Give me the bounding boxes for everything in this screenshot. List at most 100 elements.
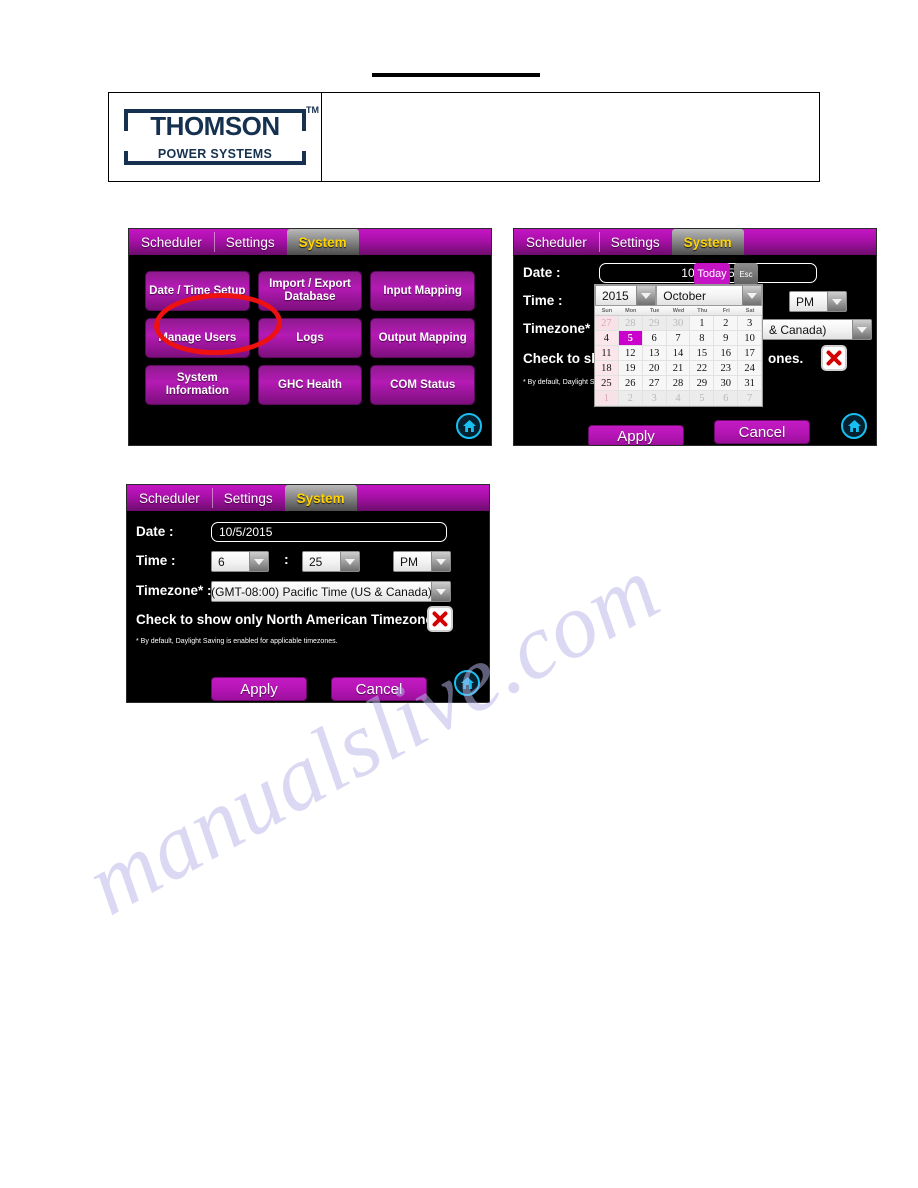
tab-system[interactable]: System <box>286 229 359 255</box>
calendar-day[interactable]: 27 <box>595 316 619 331</box>
menu-button-com-status[interactable]: COM Status <box>370 365 475 405</box>
home-icon[interactable] <box>454 670 480 696</box>
calendar-day[interactable]: 29 <box>690 376 715 391</box>
calendar-day[interactable]: 7 <box>666 331 691 346</box>
weekday-sat: Sat <box>745 308 755 314</box>
panel-body: Date : 10/5/2015 Time : 6 : 25 PM Timezo… <box>127 511 489 702</box>
calendar-day[interactable]: 30 <box>714 376 739 391</box>
calendar-day[interactable]: 10 <box>738 331 762 346</box>
tab-system[interactable]: System <box>284 485 357 511</box>
cancel-button[interactable]: Cancel <box>331 677 427 701</box>
calendar-day[interactable]: 14 <box>666 346 691 361</box>
calendar-day[interactable]: 2 <box>618 391 643 406</box>
calendar-year-value: 2015 <box>596 286 637 305</box>
calendar-year-select[interactable]: 2015 <box>595 285 657 306</box>
meridiem-select[interactable]: PM <box>393 551 451 572</box>
menu-button-logs[interactable]: Logs <box>257 318 363 358</box>
calendar-day[interactable]: 25 <box>595 376 619 391</box>
calendar-day[interactable]: 19 <box>618 361 643 376</box>
calendar-day[interactable]: 13 <box>642 346 667 361</box>
calendar-day[interactable]: 15 <box>690 346 715 361</box>
minute-select[interactable]: 25 <box>302 551 360 572</box>
calendar-day[interactable]: 6 <box>714 391 739 406</box>
home-icon[interactable] <box>841 413 867 439</box>
calendar-day[interactable]: 23 <box>714 361 739 376</box>
calendar-day[interactable]: 28 <box>666 376 691 391</box>
calendar-day[interactable]: 5 <box>618 331 643 346</box>
calendar-day[interactable]: 4 <box>595 331 619 346</box>
timezone-select[interactable]: (GMT-08:00) Pacific Time (US & Canada) <box>211 581 451 602</box>
calendar-day[interactable]: 17 <box>738 346 762 361</box>
meridiem-value: PM <box>790 292 827 311</box>
calendar-day[interactable]: 3 <box>738 316 762 331</box>
calendar-day[interactable]: 1 <box>595 391 619 406</box>
today-button[interactable]: Today <box>694 263 730 285</box>
meridiem-select[interactable]: PM <box>789 291 847 312</box>
tab-settings[interactable]: Settings <box>213 229 287 255</box>
calendar-day[interactable]: 16 <box>714 346 739 361</box>
weekday-fri: Fri <box>722 308 730 314</box>
calendar-day[interactable]: 12 <box>618 346 643 361</box>
calendar-month-select[interactable]: October <box>656 285 762 306</box>
red-x-icon <box>432 611 448 627</box>
menu-button-input-mapping[interactable]: Input Mapping <box>370 271 475 311</box>
calendar-day[interactable]: 20 <box>642 361 667 376</box>
calendar-day[interactable]: 27 <box>642 376 667 391</box>
calendar-day[interactable]: 24 <box>738 361 762 376</box>
tab-settings[interactable]: Settings <box>211 485 285 511</box>
timezone-row: Timezone* : <box>523 321 599 336</box>
menu-button-system-information[interactable]: System Information <box>145 365 250 405</box>
date-label: Date : <box>136 524 174 539</box>
menu-button-manage-users[interactable]: Manage Users <box>145 318 250 358</box>
weekday-sun: Sun <box>601 308 613 314</box>
logo-tagline: POWER SYSTEMS <box>157 147 273 161</box>
menu-button-date-time-setup[interactable]: Date / Time Setup <box>145 271 250 311</box>
tab-scheduler[interactable]: Scheduler <box>129 229 214 255</box>
calendar-day[interactable]: 7 <box>738 391 762 406</box>
chevron-down-icon <box>340 552 359 571</box>
chevron-down-icon <box>249 552 268 571</box>
tabbar: Scheduler Settings System <box>129 229 491 255</box>
calendar-day[interactable]: 4 <box>666 391 691 406</box>
calendar-day[interactable]: 22 <box>690 361 715 376</box>
home-icon[interactable] <box>456 413 482 439</box>
calendar-day[interactable]: 21 <box>666 361 691 376</box>
timezone-select[interactable]: & Canada) <box>762 319 872 340</box>
calendar-day[interactable]: 3 <box>642 391 667 406</box>
menu-button-ghc-health[interactable]: GHC Health <box>257 365 363 405</box>
calendar-day[interactable]: 11 <box>595 346 619 361</box>
apply-button[interactable]: Apply <box>588 425 684 445</box>
calendar-day[interactable]: 29 <box>642 316 667 331</box>
calendar-day[interactable]: 18 <box>595 361 619 376</box>
menu-button-import-export-db[interactable]: Import / Export Database <box>257 271 363 311</box>
calendar-day[interactable]: 8 <box>690 331 715 346</box>
calendar-day[interactable]: 2 <box>714 316 739 331</box>
daylight-saving-footnote: * By default, Daylight Savi <box>523 379 604 386</box>
cancel-button[interactable]: Cancel <box>714 420 810 444</box>
daylight-saving-footnote: * By default, Daylight Saving is enabled… <box>136 638 338 645</box>
timezone-filter-label: Check to show only North American Timezo… <box>136 612 445 627</box>
chevron-down-icon <box>431 552 450 571</box>
tab-scheduler[interactable]: Scheduler <box>514 229 599 255</box>
calendar-day[interactable]: 6 <box>642 331 667 346</box>
calendar-day[interactable]: 31 <box>738 376 762 391</box>
timezone-filter-label-right: ones. <box>768 351 804 366</box>
apply-button[interactable]: Apply <box>211 677 307 701</box>
calendar-day[interactable]: 1 <box>690 316 715 331</box>
calendar-day[interactable]: 28 <box>618 316 643 331</box>
tab-settings[interactable]: Settings <box>598 229 672 255</box>
tab-scheduler[interactable]: Scheduler <box>127 485 212 511</box>
tab-system[interactable]: System <box>671 229 744 255</box>
date-input[interactable]: 10/5/2015 <box>211 522 447 542</box>
calendar-day[interactable]: 5 <box>690 391 715 406</box>
timezone-filter-checkbox[interactable] <box>427 606 453 632</box>
calendar-day[interactable]: 9 <box>714 331 739 346</box>
esc-button[interactable]: Esc <box>734 263 758 285</box>
hmi-panel-date-time-setup: Scheduler Settings System Date : 10/5/20… <box>126 484 490 703</box>
hour-select[interactable]: 6 <box>211 551 269 572</box>
calendar-day[interactable]: 30 <box>666 316 691 331</box>
menu-button-output-mapping[interactable]: Output Mapping <box>370 318 475 358</box>
calendar-day[interactable]: 26 <box>618 376 643 391</box>
timezone-filter-checkbox[interactable] <box>821 345 847 371</box>
chevron-down-icon <box>636 286 656 305</box>
